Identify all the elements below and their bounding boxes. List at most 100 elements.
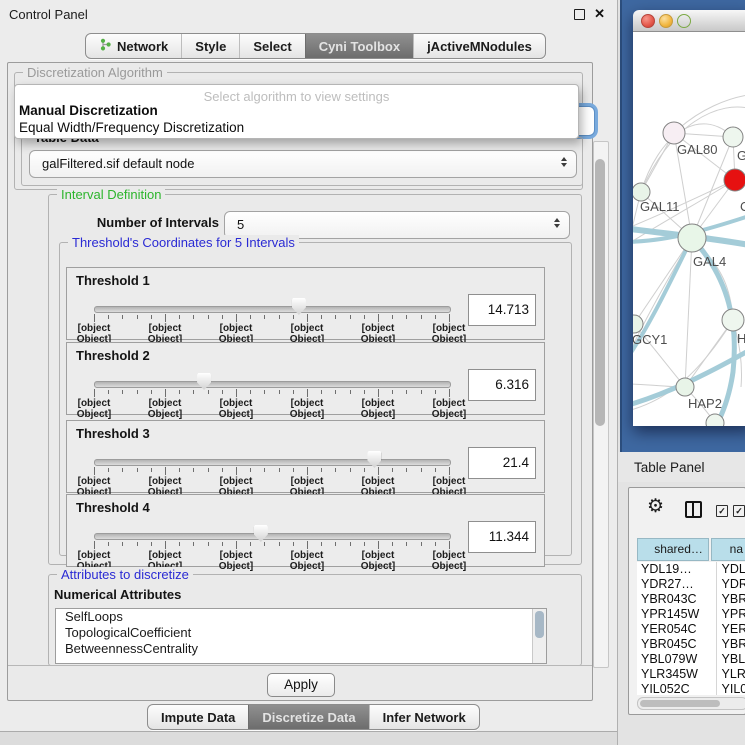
table-row[interactable]: YER054C YER0 <box>637 622 745 637</box>
bottom-tab-label: Impute Data <box>161 710 235 725</box>
minimize-traffic-light[interactable] <box>659 14 673 28</box>
top-tab[interactable]: Cyni Toolbox <box>305 34 413 58</box>
table-cell[interactable]: YBR0 <box>717 637 745 652</box>
table-cell[interactable]: YIL0 <box>717 682 745 695</box>
table-cell[interactable]: YLR3 <box>717 667 745 682</box>
attribute-list-item[interactable]: BetweennessCentrality <box>56 641 546 657</box>
table-panel: ⚙ ✓ ✓ shared… na YDL19… YDL1 YDR27… YDR2 <box>628 487 745 715</box>
network-node[interactable] <box>633 315 643 333</box>
table-cell[interactable]: YER0 <box>717 622 745 637</box>
slider-scale-label: [object Object] <box>208 398 264 420</box>
table-cell[interactable]: YDL1 <box>717 562 745 577</box>
list-scrollbar[interactable] <box>532 609 546 663</box>
network-node-label: GCY1 <box>633 332 667 347</box>
network-window-titlebar <box>633 10 745 32</box>
panel-vertical-scrollbar[interactable] <box>593 141 609 668</box>
slider-track[interactable] <box>94 306 451 313</box>
close-icon[interactable]: ✕ <box>594 6 605 22</box>
screen: Control Panel ✕ Network Style <box>0 0 745 745</box>
threshold-value-input[interactable]: 6.316 <box>468 369 536 401</box>
spinner-arrows-icon[interactable] <box>554 218 560 228</box>
close-traffic-light[interactable] <box>641 14 655 28</box>
table-cell[interactable]: YDR27… <box>637 577 717 592</box>
table-row[interactable]: YLR345W YLR3 <box>637 667 745 682</box>
threshold-value-input[interactable]: 21.4 <box>468 447 536 479</box>
slider-track[interactable] <box>94 381 451 388</box>
network-canvas[interactable]: GAL80GACGAL11GAL4GCY1HHAP2 <box>633 32 745 426</box>
scrollbar-thumb[interactable] <box>535 611 544 638</box>
network-node[interactable] <box>676 378 694 396</box>
attribute-list-item[interactable]: TopologicalCoefficient <box>56 625 546 641</box>
top-tab-label: Network <box>117 39 168 54</box>
table-row[interactable]: YIL052C YIL0 <box>637 682 745 695</box>
table-header: shared… na <box>637 538 745 561</box>
table-horizontal-scrollbar[interactable] <box>637 697 745 710</box>
scrollbar-thumb[interactable] <box>595 159 605 426</box>
network-node[interactable] <box>722 309 744 331</box>
network-node[interactable] <box>678 224 706 252</box>
checkbox-icon[interactable]: ✓ <box>716 505 728 517</box>
top-tab[interactable]: jActiveMNodules <box>413 34 545 58</box>
attribute-list-item[interactable]: SelfLoops <box>56 609 546 625</box>
top-tab[interactable]: Style <box>181 34 239 58</box>
table-row[interactable]: YDR27… YDR2 <box>637 577 745 592</box>
network-node[interactable] <box>663 122 685 144</box>
table-body: YDL19… YDL1 YDR27… YDR2 YBR043C YBR0 YPR… <box>637 562 745 695</box>
table-row[interactable]: YDL19… YDL1 <box>637 562 745 577</box>
network-node-label: GAL4 <box>693 254 726 269</box>
table-row[interactable]: YBR045C YBR0 <box>637 637 745 652</box>
zoom-traffic-light[interactable] <box>677 14 691 28</box>
columns-icon[interactable] <box>685 501 702 518</box>
table-row[interactable]: YBL079W YBL0 <box>637 652 745 667</box>
gear-icon[interactable]: ⚙ <box>647 497 664 516</box>
scrollbar-thumb[interactable] <box>640 700 720 707</box>
threshold-panel: Threshold 2 [object Object][object Objec… <box>66 342 545 415</box>
apply-button[interactable]: Apply <box>267 673 335 697</box>
slider-track[interactable] <box>94 533 451 540</box>
table-cell[interactable]: YIL052C <box>637 682 717 695</box>
number-of-intervals-label: Number of Intervals <box>69 215 219 230</box>
top-tab-label: Select <box>253 39 291 54</box>
bottom-tab[interactable]: Impute Data <box>148 705 248 729</box>
table-row[interactable]: YPR145W YPR1 <box>637 607 745 622</box>
checkbox-icon[interactable]: ✓ <box>733 505 745 517</box>
table-cell[interactable]: YER054C <box>637 622 717 637</box>
attributes-list[interactable]: SelfLoops TopologicalCoefficient Between… <box>55 608 547 664</box>
network-node-label: C <box>740 199 745 214</box>
network-node-label: HAP2 <box>688 396 722 411</box>
bottom-tab[interactable]: Infer Network <box>369 705 479 729</box>
top-tab[interactable]: Select <box>239 34 304 58</box>
network-node[interactable] <box>723 127 743 147</box>
table-cell[interactable]: YBL079W <box>637 652 717 667</box>
table-cell[interactable]: YBR045C <box>637 637 717 652</box>
top-tab-bar: Network Style Select Cyni Toolbox jActiv… <box>85 33 546 59</box>
table-cell[interactable]: YBR043C <box>637 592 717 607</box>
group-title: Discretization Algorithm <box>23 65 167 80</box>
table-cell[interactable]: YPR1 <box>717 607 745 622</box>
threshold-label: Threshold 3 <box>76 426 150 441</box>
table-row[interactable]: YBR043C YBR0 <box>637 592 745 607</box>
column-header[interactable]: na <box>711 538 745 561</box>
float-icon[interactable] <box>574 9 585 20</box>
network-window: GAL80GACGAL11GAL4GCY1HHAP2 <box>633 10 745 426</box>
panel-title: Control Panel <box>9 7 88 22</box>
column-header[interactable]: shared… <box>637 538 709 561</box>
network-node[interactable] <box>724 169 745 191</box>
combobox-arrows-icon <box>561 157 567 167</box>
table-cell[interactable]: YBL0 <box>717 652 745 667</box>
top-tab[interactable]: Network <box>86 34 181 58</box>
table-cell[interactable]: YPR145W <box>637 607 717 622</box>
threshold-value-input[interactable]: 11.344 <box>468 521 536 553</box>
slider-track[interactable] <box>94 459 451 466</box>
slider-scale-label: [object Object] <box>137 398 193 420</box>
table-cell[interactable]: YBR0 <box>717 592 745 607</box>
table-cell[interactable]: YDR2 <box>717 577 745 592</box>
bottom-tab-label: Infer Network <box>383 710 466 725</box>
table-cell[interactable]: YLR345W <box>637 667 717 682</box>
table-data-combobox[interactable]: galFiltered.sif default node <box>29 150 577 178</box>
bottom-tab[interactable]: Discretize Data <box>248 705 368 729</box>
dropdown-item[interactable]: Equal Width/Frequency Discretization <box>19 120 574 135</box>
threshold-value-input[interactable]: 14.713 <box>468 294 536 326</box>
table-cell[interactable]: YDL19… <box>637 562 717 577</box>
dropdown-item[interactable]: Manual Discretization <box>19 103 574 118</box>
